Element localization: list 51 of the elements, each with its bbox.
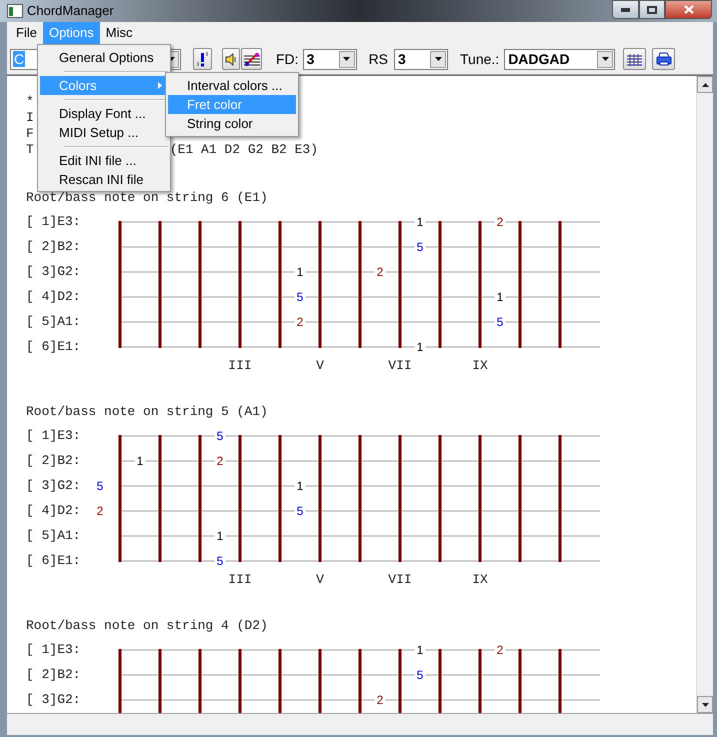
string-label: [ 2]B2:: [26, 667, 81, 683]
menu-item[interactable]: Display Font ...: [40, 104, 168, 123]
tuning-text: (E1 A1 D2 G2 B2 E3): [170, 142, 318, 158]
section-heading: Root/bass note on string 5 (A1): [26, 404, 269, 420]
toolbar-label: RS: [368, 50, 388, 68]
window-title: ChordManager: [27, 2, 114, 20]
string-label: [ 4]D2:: [26, 503, 81, 519]
string-label: [ 6]E1:: [26, 553, 81, 569]
position-label: IX: [472, 358, 488, 374]
menu-item[interactable]: Interval colors ...: [168, 76, 296, 95]
text-line: *: [26, 94, 34, 110]
toolbar-label: Tune.:: [460, 50, 500, 68]
dropdown-value: DADGAD: [508, 50, 570, 68]
dropdown-value: 3: [306, 50, 314, 68]
dropdown-value: C: [13, 51, 26, 67]
string-label: [ 2]B2:: [26, 239, 81, 255]
string-label: [ 1]E3:: [26, 642, 81, 658]
menu-item[interactable]: MIDI Setup ...: [40, 123, 168, 142]
dropdown[interactable]: 3: [302, 48, 357, 70]
menu-item[interactable]: General Options: [40, 48, 168, 67]
section-heading: Root/bass note on string 6 (E1): [26, 190, 269, 206]
dropdown[interactable]: 3: [394, 48, 448, 70]
text-line: T: [26, 142, 34, 158]
menu-item[interactable]: Misc: [100, 22, 138, 44]
menu-item[interactable]: Rescan INI file: [40, 170, 168, 189]
menu-item[interactable]: String color: [168, 114, 296, 133]
text-line: I: [26, 110, 34, 126]
string-label: [ 5]A1:: [26, 528, 81, 544]
dropdown-value: 3: [398, 50, 406, 68]
string-label: [ 4]D2:: [26, 289, 81, 305]
string-label: [ 1]E3:: [26, 214, 81, 230]
string-label: [ 5]A1:: [26, 314, 81, 330]
position-label: VII: [388, 358, 412, 374]
section-heading: Root/bass note on string 4 (D2): [26, 618, 269, 634]
menu-item[interactable]: File: [10, 22, 43, 44]
string-label: [ 3]G2:: [26, 478, 81, 494]
dropdown[interactable]: DADGAD: [504, 48, 616, 70]
string-label: [ 1]E3:: [26, 428, 81, 444]
position-label: III: [228, 358, 252, 374]
menu-item[interactable]: Edit INI file ...: [40, 151, 168, 170]
position-label: V: [316, 358, 324, 374]
string-label: [ 6]E1:: [26, 339, 81, 355]
string-label: [ 2]B2:: [26, 453, 81, 469]
string-label: [ 3]G2:: [26, 692, 81, 708]
position-label: III: [228, 572, 252, 588]
position-label: V: [316, 572, 324, 588]
string-label: [ 3]G2:: [26, 264, 81, 280]
toolbar-label: FD:: [276, 50, 299, 68]
position-label: VII: [388, 572, 412, 588]
position-label: IX: [472, 572, 488, 588]
text-line: F: [26, 126, 34, 142]
